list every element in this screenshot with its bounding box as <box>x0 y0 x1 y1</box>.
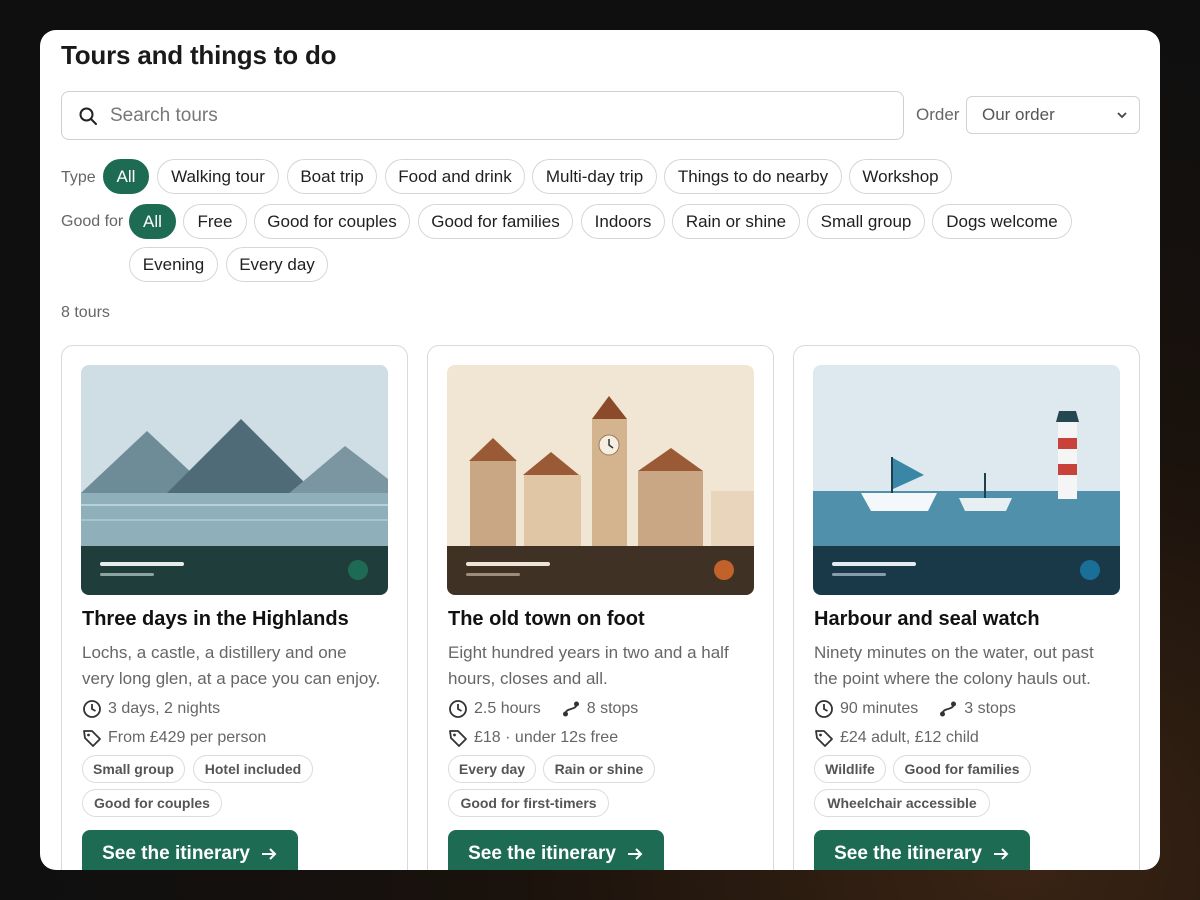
order-selected-value: Our order <box>982 105 1055 124</box>
tour-tag: Wildlife <box>814 755 886 783</box>
see-itinerary-label: See the itinerary <box>468 843 616 864</box>
route-icon <box>940 701 957 717</box>
order-label: Order <box>916 105 960 124</box>
results-count: 8 tours <box>61 304 110 321</box>
tour-card-stops: 3 stops <box>964 700 1016 717</box>
price-tag-icon <box>815 730 833 747</box>
good-for-chip-rain-or-shine[interactable]: Rain or shine <box>672 204 800 239</box>
tour-card-title: Three days in the Highlands <box>82 608 349 630</box>
arrow-right-icon <box>627 848 643 860</box>
tour-card: The old town on foot Eight hundred years… <box>427 345 774 870</box>
tour-card-price: From £429 per person <box>108 729 267 746</box>
tour-tag: Small group <box>82 755 185 783</box>
type-chip-walking-tour[interactable]: Walking tour <box>157 159 279 194</box>
tour-card-duration: 90 minutes <box>840 700 919 717</box>
tour-card-price-row: £18 · under 12s free <box>448 728 618 748</box>
search-input[interactable] <box>110 104 870 127</box>
arrow-right-icon <box>261 848 277 860</box>
good-for-chip-evening[interactable]: Evening <box>129 247 218 282</box>
tour-card-duration-row: 3 days, 2 nights <box>82 699 220 719</box>
tour-card-duration-row: 90 minutes 3 stops <box>814 699 1016 719</box>
type-chip-all[interactable]: All <box>103 159 149 194</box>
see-itinerary-button[interactable]: See the itinerary <box>82 830 298 870</box>
order-select[interactable]: Our order <box>966 96 1140 134</box>
tour-card-description: Eight hundred years in two and a half ho… <box>448 643 729 688</box>
clock-icon <box>83 700 101 718</box>
tour-tag: Every day <box>448 755 536 783</box>
arrow-right-icon <box>993 848 1009 860</box>
tour-card-price: £24 adult, £12 child <box>840 729 979 746</box>
tour-card-title: The old town on foot <box>448 608 645 630</box>
good-for-chip-all[interactable]: All <box>129 204 176 239</box>
search-icon <box>79 107 97 125</box>
tour-tag: Good for couples <box>82 789 222 817</box>
clock-icon <box>815 700 833 718</box>
page-title: Tours and things to do <box>61 40 337 70</box>
good-for-chip-every-day[interactable]: Every day <box>226 247 328 282</box>
tour-tag: Good for first-timers <box>448 789 609 817</box>
type-chip-things-to-do-nearby[interactable]: Things to do nearby <box>664 159 842 194</box>
tour-card-image-old-town <box>447 365 754 595</box>
tours-panel: Tours and things to do Order Our order T… <box>40 30 1160 870</box>
good-for-chip-indoors[interactable]: Indoors <box>581 204 665 239</box>
see-itinerary-button[interactable]: See the itinerary <box>814 830 1030 870</box>
tour-card-image-harbour <box>813 365 1120 595</box>
tour-card: Three days in the Highlands Lochs, a cas… <box>61 345 408 870</box>
see-itinerary-label: See the itinerary <box>102 843 250 864</box>
good-for-chip-small-group[interactable]: Small group <box>807 204 925 239</box>
good-for-filter-label: Good for <box>61 213 124 230</box>
tour-tag: Wheelchair accessible <box>814 789 990 817</box>
good-for-chip-dogs-welcome[interactable]: Dogs welcome <box>932 204 1072 239</box>
tour-card-price-row: £24 adult, £12 child <box>814 728 979 748</box>
type-chip-multi-day-trip[interactable]: Multi-day trip <box>532 159 657 194</box>
good-for-chip-families[interactable]: Good for families <box>418 204 573 239</box>
tour-tag: Good for families <box>893 755 1031 783</box>
price-tag-icon <box>449 730 467 747</box>
type-chip-food-and-drink[interactable]: Food and drink <box>385 159 525 194</box>
tour-card-description: Lochs, a castle, a distillery and one ve… <box>82 643 381 688</box>
tour-card-price-row: From £429 per person <box>82 728 266 748</box>
tour-tag: Rain or shine <box>543 755 655 783</box>
tour-card-title: Harbour and seal watch <box>814 608 1040 630</box>
see-itinerary-button[interactable]: See the itinerary <box>448 830 664 870</box>
tour-tag: Hotel included <box>193 755 313 783</box>
accent-dot <box>348 560 368 580</box>
tour-card-duration: 2.5 hours <box>474 700 541 717</box>
tour-card-stops: 8 stops <box>586 700 639 717</box>
good-for-chip-free[interactable]: Free <box>183 204 247 239</box>
good-for-chip-couples[interactable]: Good for couples <box>254 204 410 239</box>
tour-card-duration-row: 2.5 hours 8 stops <box>448 699 638 719</box>
clock-icon <box>449 700 467 718</box>
tour-card-price: £18 · under 12s free <box>474 729 619 746</box>
search-box[interactable] <box>61 91 904 140</box>
tour-card-description: Ninety minutes on the water, out past th… <box>814 643 1094 688</box>
price-tag-icon <box>83 730 101 747</box>
see-itinerary-label: See the itinerary <box>834 843 982 864</box>
tour-card-image-highlands <box>81 365 388 595</box>
accent-dot <box>714 560 734 580</box>
chevron-down-icon <box>1117 112 1127 119</box>
tour-card: Harbour and seal watch Ninety minutes on… <box>793 345 1140 870</box>
type-chip-workshop[interactable]: Workshop <box>849 159 952 194</box>
route-icon <box>562 701 579 717</box>
accent-dot <box>1080 560 1100 580</box>
type-chip-boat-trip[interactable]: Boat trip <box>287 159 377 194</box>
type-filter-label: Type <box>61 169 96 186</box>
tour-card-duration: 3 days, 2 nights <box>108 700 221 717</box>
